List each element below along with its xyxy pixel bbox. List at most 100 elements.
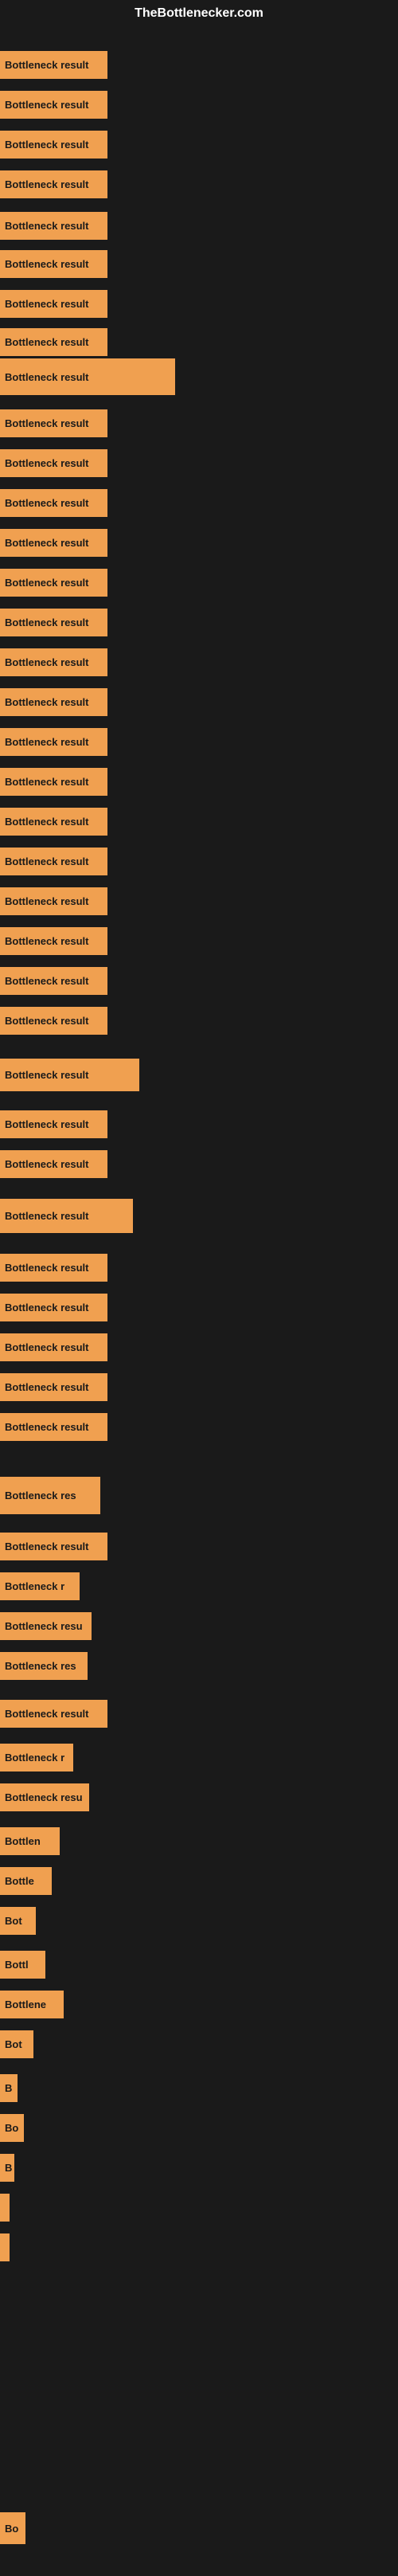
bar-item: Bottlen [0, 1827, 60, 1855]
bar-item: Bottleneck result [0, 808, 107, 836]
bar-item: Bottleneck result [0, 728, 107, 756]
bar-item: Bottleneck result [0, 529, 107, 557]
bar-item: Bottleneck resu [0, 1612, 92, 1640]
bar-label: Bottleneck res [5, 1660, 76, 1672]
bar-label: Bottleneck result [5, 855, 88, 867]
bar-label: Bottleneck result [5, 371, 88, 383]
bar-item: Bottleneck result [0, 648, 107, 676]
bar-item: Bottleneck r [0, 1572, 80, 1600]
bars-container: Bottleneck result Bottleneck result Bottle… [0, 27, 398, 2576]
bar-label: Bottleneck result [5, 220, 88, 232]
bar-item: Bo [0, 2114, 24, 2142]
bar-label: Bottleneck result [5, 1118, 88, 1130]
bar-label: Bottleneck result [5, 258, 88, 270]
bar-label: Bottleneck result [5, 736, 88, 748]
bar-label: Bottleneck result [5, 336, 88, 348]
bar-item: Bottl [0, 1951, 45, 1979]
bar-item: Bottleneck result [0, 1373, 107, 1401]
bar-item: Bottle [0, 1867, 52, 1895]
bar-item: Bottleneck result [0, 170, 107, 198]
bar-item: Bottleneck result [0, 887, 107, 915]
bar-item: Bottleneck result [0, 1413, 107, 1441]
bar-item: Bottlene [0, 1991, 64, 2018]
bar-item: Bottleneck result [0, 1110, 107, 1138]
bar-label: Bottleneck result [5, 1015, 88, 1027]
bar-label: B [5, 2162, 12, 2174]
bar-item: B [0, 2154, 14, 2182]
bar-label: Bot [5, 1915, 22, 1927]
bar-item: Bottleneck result [0, 569, 107, 597]
bar-item: Bottleneck result [0, 51, 107, 79]
bar-item: Bottleneck result [0, 358, 175, 395]
bar-item: Bottleneck resu [0, 1783, 89, 1811]
bar-item: Bottleneck result [0, 1059, 139, 1091]
bar-label: Bottle [5, 1875, 34, 1887]
bar-item: Bottleneck result [0, 1294, 107, 1321]
bar-item: Bottleneck result [0, 1199, 133, 1233]
bar-label: Bottleneck result [5, 139, 88, 151]
bar-label: Bot [5, 2038, 22, 2050]
bar-item: Bottleneck result [0, 1150, 107, 1178]
bar-label: Bottlene [5, 1999, 46, 2010]
bar-label: Bottleneck result [5, 457, 88, 469]
bar-item: Bottleneck result [0, 250, 107, 278]
site-title: TheBottlenecker.com [0, 0, 398, 27]
bar-label: Bottleneck result [5, 577, 88, 589]
bar-label: Bottleneck result [5, 1302, 88, 1313]
bar-item: Bottleneck result [0, 1007, 107, 1035]
bar-item: Bottleneck result [0, 212, 107, 240]
bar-item: Bottleneck result [0, 328, 107, 356]
bar-item: Bo [0, 2512, 25, 2544]
bar-label: Bottlen [5, 1835, 41, 1847]
bar-label: Bottleneck result [5, 1421, 88, 1433]
bar-item [0, 2233, 10, 2261]
bar-label: Bottleneck resu [5, 1791, 83, 1803]
bar-item: Bottleneck result [0, 609, 107, 636]
bar-label: Bottleneck res [5, 1490, 76, 1501]
bar-label: Bottleneck resu [5, 1620, 83, 1632]
bar-item: B [0, 2074, 18, 2102]
bar-item: Bottleneck result [0, 449, 107, 477]
bar-item: Bottleneck result [0, 1254, 107, 1282]
bar-item: Bot [0, 1907, 36, 1935]
bar-item: Bottleneck res [0, 1477, 100, 1514]
bar-label: Bottleneck result [5, 617, 88, 628]
bar-item: Bottleneck result [0, 131, 107, 159]
bar-label: Bottleneck result [5, 696, 88, 708]
bar-label: Bottleneck result [5, 776, 88, 788]
bar-item: Bottleneck res [0, 1652, 88, 1680]
bar-item: Bottleneck result [0, 1700, 107, 1728]
bar-item: Bottleneck result [0, 927, 107, 955]
bar-label: Bottleneck r [5, 1580, 64, 1592]
bar-label: Bottleneck result [5, 895, 88, 907]
bar-item: Bottleneck result [0, 290, 107, 318]
bar-item: Bottleneck r [0, 1744, 73, 1771]
bar-label: Bottleneck result [5, 537, 88, 549]
bar-label: Bottleneck result [5, 656, 88, 668]
bar-item: Bot [0, 2030, 33, 2058]
bar-label: Bottleneck result [5, 1210, 88, 1222]
bar-label: Bottleneck result [5, 935, 88, 947]
bar-label: Bottleneck result [5, 1262, 88, 1274]
bar-item: Bottleneck result [0, 409, 107, 437]
bar-label: Bottl [5, 1959, 29, 1971]
bar-item: Bottleneck result [0, 91, 107, 119]
bar-item: Bottleneck result [0, 768, 107, 796]
bar-label: Bottleneck result [5, 975, 88, 987]
bar-label: Bottleneck r [5, 1752, 64, 1764]
bar-label: Bottleneck result [5, 1381, 88, 1393]
bar-label: Bottleneck result [5, 1541, 88, 1552]
bar-label: Bo [5, 2122, 18, 2134]
bar-label: Bo [5, 2523, 18, 2535]
bar-label: Bottleneck result [5, 1341, 88, 1353]
bar-label: B [5, 2082, 12, 2094]
bar-item: Bottleneck result [0, 688, 107, 716]
bar-item: Bottleneck result [0, 848, 107, 875]
bar-label: Bottleneck result [5, 99, 88, 111]
bar-item: Bottleneck result [0, 1533, 107, 1560]
bar-label: Bottleneck result [5, 497, 88, 509]
bar-label: Bottleneck result [5, 178, 88, 190]
bar-item [0, 2194, 10, 2222]
bar-item: Bottleneck result [0, 1333, 107, 1361]
bar-label: Bottleneck result [5, 59, 88, 71]
